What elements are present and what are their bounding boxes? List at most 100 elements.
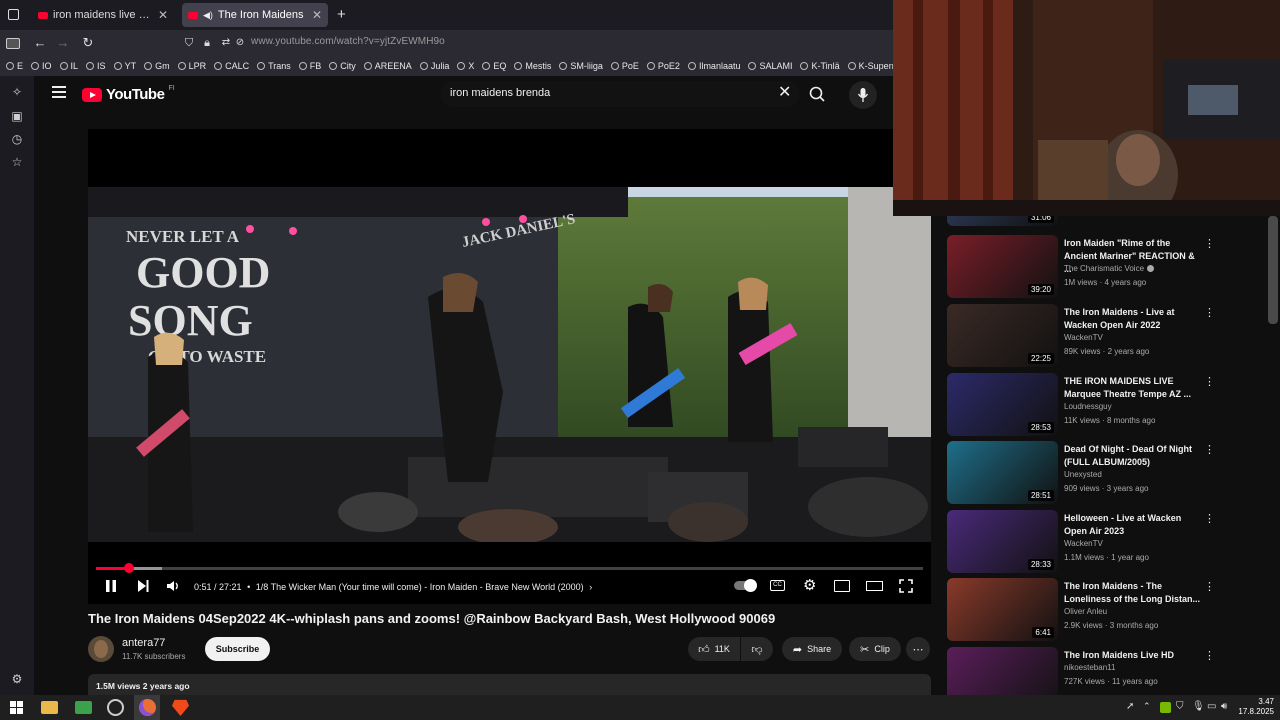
- tab-search-results[interactable]: iron maidens live 2025 - YouTube ✕: [32, 3, 174, 27]
- hamburger-menu-icon[interactable]: [52, 86, 66, 98]
- media-app-icon[interactable]: [75, 701, 92, 714]
- close-icon[interactable]: ✕: [312, 8, 322, 22]
- more-vertical-icon[interactable]: ⋮: [1204, 512, 1215, 525]
- theater-mode-icon[interactable]: [866, 581, 883, 591]
- back-icon[interactable]: ←: [31, 34, 49, 52]
- recommendation-channel[interactable]: Loudnessguy: [1064, 402, 1112, 411]
- more-vertical-icon[interactable]: ⋮: [1204, 443, 1215, 456]
- more-vertical-icon[interactable]: ⋮: [1204, 580, 1215, 593]
- subscribe-button[interactable]: Subscribe: [205, 637, 270, 661]
- bookmark-item[interactable]: SALAMI: [748, 61, 792, 71]
- bookmark-item[interactable]: EQ: [482, 61, 506, 71]
- system-clock[interactable]: 3.47 17.8.2025: [1236, 697, 1274, 717]
- recommendation-title[interactable]: The Iron Maidens Live HD: [1064, 649, 1204, 662]
- search-input[interactable]: [450, 87, 770, 99]
- description-box[interactable]: 1.5M views 2 years ago: [88, 674, 931, 695]
- recommendation-title[interactable]: Helloween - Live at Wacken Open Air 2023: [1064, 512, 1204, 538]
- recommendation-channel[interactable]: WackenTV: [1064, 333, 1103, 342]
- recommendation-channel[interactable]: The Charismatic Voice: [1064, 264, 1155, 273]
- sidebar-toggle-icon[interactable]: [6, 38, 20, 49]
- bookmark-item[interactable]: Julia: [419, 61, 449, 71]
- miniplayer-icon[interactable]: [834, 580, 850, 592]
- video-thumbnail[interactable]: 28:53: [947, 373, 1058, 436]
- bookmark-item[interactable]: Mestis: [514, 61, 551, 71]
- video-player[interactable]: NEVER LET A GOOD SONG GO TO WASTE JACK D…: [88, 129, 931, 604]
- recommendation-title[interactable]: The Iron Maidens - The Loneliness of the…: [1064, 580, 1204, 606]
- channel-name[interactable]: antera77: [122, 637, 165, 649]
- bookmarks-star-icon[interactable]: ☆: [9, 154, 25, 170]
- video-thumbnail[interactable]: 39:20: [947, 235, 1058, 298]
- bookmark-item[interactable]: E: [6, 61, 23, 71]
- bookmark-item[interactable]: Gm: [144, 61, 170, 71]
- extension-icon[interactable]: ✧: [9, 84, 25, 100]
- bookmark-item[interactable]: X: [457, 61, 474, 71]
- progress-bar[interactable]: [96, 563, 923, 573]
- close-icon[interactable]: ✕: [158, 8, 168, 22]
- recommendation-item[interactable]: 6:41 The Iron Maidens - The Loneliness of…: [944, 578, 1274, 643]
- share-button[interactable]: ➦ Share: [782, 637, 842, 661]
- recommendation-title[interactable]: THE IRON MAIDENS LIVE Marquee Theatre Te…: [1064, 375, 1204, 401]
- recommendation-channel[interactable]: Unexysted: [1064, 470, 1102, 479]
- dislike-button[interactable]: 👎︎: [741, 637, 773, 661]
- forward-icon[interactable]: →: [54, 34, 72, 52]
- bookmark-item[interactable]: Trans: [257, 61, 291, 71]
- bookmark-item[interactable]: Ilmanlaatu: [687, 61, 740, 71]
- chapter-title[interactable]: 1/8 The Wicker Man (Your time will come)…: [256, 582, 584, 592]
- bookmark-item[interactable]: PoE: [610, 61, 639, 71]
- scrubber-handle[interactable]: [124, 563, 135, 573]
- recommendation-channel[interactable]: nikoesteban11: [1064, 663, 1115, 672]
- recommendation-item[interactable]: 28:51 Dead Of Night - Dead Of Night (FULL…: [944, 441, 1274, 506]
- tray-chevron-icon[interactable]: ⌃: [1143, 701, 1160, 718]
- more-vertical-icon[interactable]: ⋮: [1204, 306, 1215, 319]
- bookmark-item[interactable]: IO: [31, 61, 52, 71]
- windows-start-icon[interactable]: [8, 699, 25, 716]
- recommendation-title[interactable]: The Iron Maidens - Live at Wacken Open A…: [1064, 306, 1204, 332]
- avatar[interactable]: [88, 636, 114, 662]
- more-vertical-icon[interactable]: ⋮: [1204, 649, 1215, 662]
- chevron-right-icon[interactable]: ›: [589, 582, 592, 592]
- bookmark-item[interactable]: CALC: [214, 61, 249, 71]
- search-icon[interactable]: [804, 83, 832, 107]
- settings-gear-icon[interactable]: ⚙: [803, 576, 816, 594]
- bookmark-item[interactable]: AREENA: [363, 61, 412, 71]
- pause-icon[interactable]: [104, 579, 118, 593]
- bookmark-item[interactable]: YT: [113, 61, 136, 71]
- clip-button[interactable]: ✂ Clip: [849, 637, 901, 661]
- more-vertical-icon[interactable]: ⋮: [1204, 237, 1215, 250]
- bookmark-item[interactable]: PoE2: [646, 61, 680, 71]
- lock-icon[interactable]: 🔒︎: [198, 34, 216, 52]
- voice-search-button[interactable]: [849, 81, 877, 109]
- recommendation-item[interactable]: 28:53 THE IRON MAIDENS LIVE Marquee Theat…: [944, 373, 1274, 438]
- video-thumbnail[interactable]: 22:25: [947, 304, 1058, 367]
- new-tab-button[interactable]: +: [337, 6, 346, 23]
- bookmark-item[interactable]: IS: [86, 61, 106, 71]
- bookmark-item[interactable]: K-Supermarket: [847, 61, 893, 71]
- bookmark-item[interactable]: SM-liiga: [559, 61, 603, 71]
- tray-arrow-icon[interactable]: ➚: [1126, 701, 1143, 718]
- url-bar[interactable]: www.youtube.com/watch?v=yjtZvEWMH9o: [251, 36, 445, 47]
- bookmark-item[interactable]: LPR: [177, 61, 206, 71]
- video-thumbnail[interactable]: 28:51: [947, 441, 1058, 504]
- video-thumbnail[interactable]: 6:41: [947, 578, 1058, 641]
- shield-icon[interactable]: ⛉: [180, 34, 198, 52]
- more-vertical-icon[interactable]: ⋮: [1204, 375, 1215, 388]
- autoplay-toggle[interactable]: [734, 579, 757, 592]
- reload-icon[interactable]: ↻: [79, 34, 97, 52]
- file-explorer-icon[interactable]: [41, 701, 58, 714]
- recommendation-item[interactable]: 39:20 Iron Maiden "Rime of the Ancient Ma…: [944, 235, 1274, 300]
- bookmark-item[interactable]: K-Tinlä: [800, 61, 840, 71]
- more-actions-button[interactable]: ⋯: [906, 637, 930, 661]
- nvidia-icon[interactable]: [1160, 702, 1171, 713]
- youtube-logo[interactable]: YouTube FI: [82, 85, 175, 103]
- recommendation-title[interactable]: Dead Of Night - Dead Of Night (FULL ALBU…: [1064, 443, 1204, 469]
- tab-current-video[interactable]: ◀) The Iron Maidens 04Sep2022 4K--whipla…: [182, 3, 328, 27]
- scrollbar[interactable]: [1268, 216, 1278, 324]
- video-thumbnail[interactable]: 31:06: [947, 216, 1058, 226]
- video-frame[interactable]: NEVER LET A GOOD SONG GO TO WASTE JACK D…: [88, 187, 931, 542]
- tab-list-icon[interactable]: [8, 9, 19, 20]
- settings-gear-icon[interactable]: ⚙: [9, 671, 25, 687]
- recommendation-item[interactable]: 22:25 The Iron Maidens - Live at Wacken O…: [944, 304, 1274, 369]
- captions-icon[interactable]: CC: [770, 580, 785, 591]
- brave-icon[interactable]: [172, 699, 189, 716]
- bookmark-item[interactable]: FB: [298, 61, 321, 71]
